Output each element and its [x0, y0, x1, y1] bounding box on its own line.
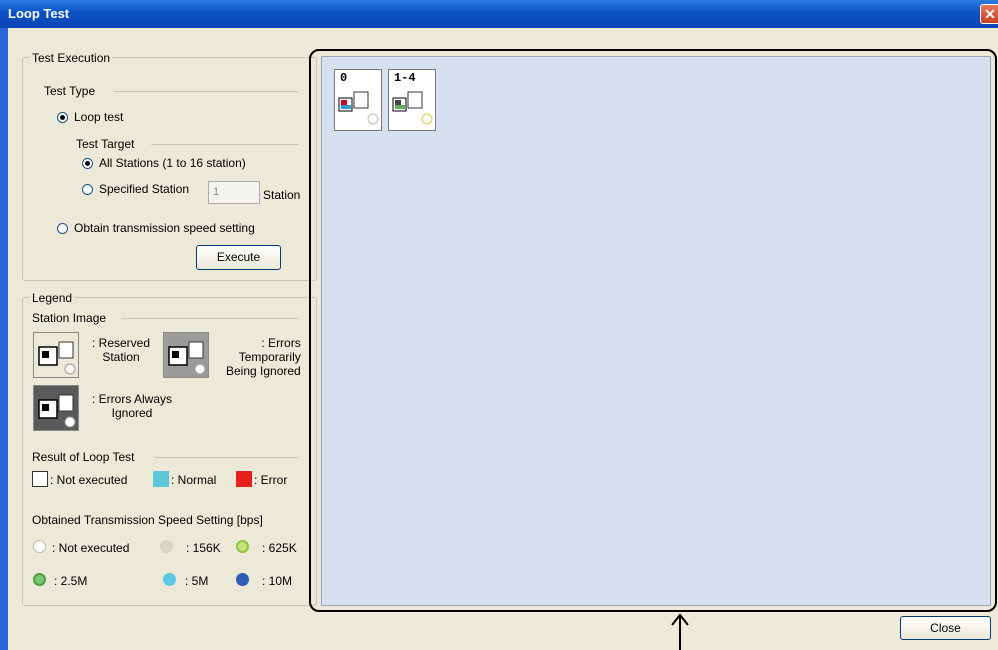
reserved-station-icon	[38, 341, 76, 375]
loop-test-window: Loop Test ✕ Test Execution Test Type Loo…	[0, 0, 998, 650]
speed-not-executed-dot	[33, 540, 46, 553]
window-title: Loop Test	[8, 6, 70, 21]
display-area-highlight	[309, 49, 997, 612]
speed-625k-dot	[236, 540, 249, 553]
errors-temp-image	[163, 332, 209, 378]
speed-title: Obtained Transmission Speed Setting [bps…	[32, 513, 263, 527]
speed-2-5m-dot	[33, 573, 46, 586]
obtain-speed-radio[interactable]	[57, 223, 68, 234]
normal-swatch	[153, 471, 169, 487]
speed-5m-dot	[163, 573, 176, 586]
speed-not-executed-label: : Not executed	[52, 541, 130, 555]
speed-625k-label: : 625K	[262, 541, 297, 555]
station-image-divider	[121, 318, 298, 319]
station-number-input[interactable]: 1	[208, 181, 260, 204]
station-image-label: Station Image	[32, 311, 107, 325]
errors-temp-label: : Errors Temporarily Being Ignored	[226, 336, 301, 378]
title-bar[interactable]: Loop Test ✕	[0, 0, 998, 28]
error-swatch	[236, 471, 252, 487]
test-target-divider	[151, 144, 298, 145]
execute-button[interactable]: Execute	[196, 245, 281, 270]
loop-test-radio[interactable]	[57, 112, 68, 123]
station-icon	[392, 91, 433, 125]
errors-always-label: : Errors Always Ignored	[92, 392, 173, 420]
speed-10m-label: : 10M	[262, 574, 293, 588]
station-icon	[338, 91, 379, 125]
speed-2-5m-label: : 2.5M	[54, 574, 88, 588]
close-button[interactable]: Close	[900, 616, 991, 640]
reserved-label: : Reserved Station	[92, 336, 151, 364]
test-type-label: Test Type	[44, 84, 96, 98]
station-tile-1-4[interactable]: 1-4	[388, 69, 436, 131]
callout-arrow-head	[671, 613, 689, 626]
reserved-station-image	[33, 332, 79, 378]
loop-test-label[interactable]: Loop test	[74, 110, 123, 124]
test-target-label: Test Target	[76, 137, 135, 151]
speed-156k-label: : 156K	[186, 541, 221, 555]
test-type-divider	[114, 91, 298, 92]
legend-title: Legend	[30, 291, 75, 305]
errors-temp-icon	[168, 341, 206, 375]
specified-station-radio[interactable]	[82, 184, 93, 195]
result-label: Result of Loop Test	[32, 450, 135, 464]
specified-station-label[interactable]: Specified Station	[99, 182, 189, 196]
all-stations-label[interactable]: All Stations (1 to 16 station)	[99, 156, 246, 170]
test-execution-title: Test Execution	[30, 51, 113, 65]
speed-156k-dot	[160, 540, 173, 553]
not-executed-swatch	[32, 471, 48, 487]
station-tile-0[interactable]: 0	[334, 69, 382, 131]
result-divider	[154, 457, 298, 458]
not-executed-label: : Not executed	[50, 473, 128, 487]
close-icon[interactable]: ✕	[980, 4, 998, 24]
normal-label: : Normal	[171, 473, 217, 487]
errors-always-icon	[38, 394, 76, 428]
error-label: : Error	[254, 473, 288, 487]
window-left-border	[0, 28, 8, 650]
station-suffix-label: Station	[263, 188, 301, 202]
all-stations-radio[interactable]	[82, 158, 93, 169]
errors-always-image	[33, 385, 79, 431]
obtain-speed-label[interactable]: Obtain transmission speed setting	[74, 221, 255, 235]
speed-5m-label: : 5M	[185, 574, 209, 588]
speed-10m-dot	[236, 573, 249, 586]
